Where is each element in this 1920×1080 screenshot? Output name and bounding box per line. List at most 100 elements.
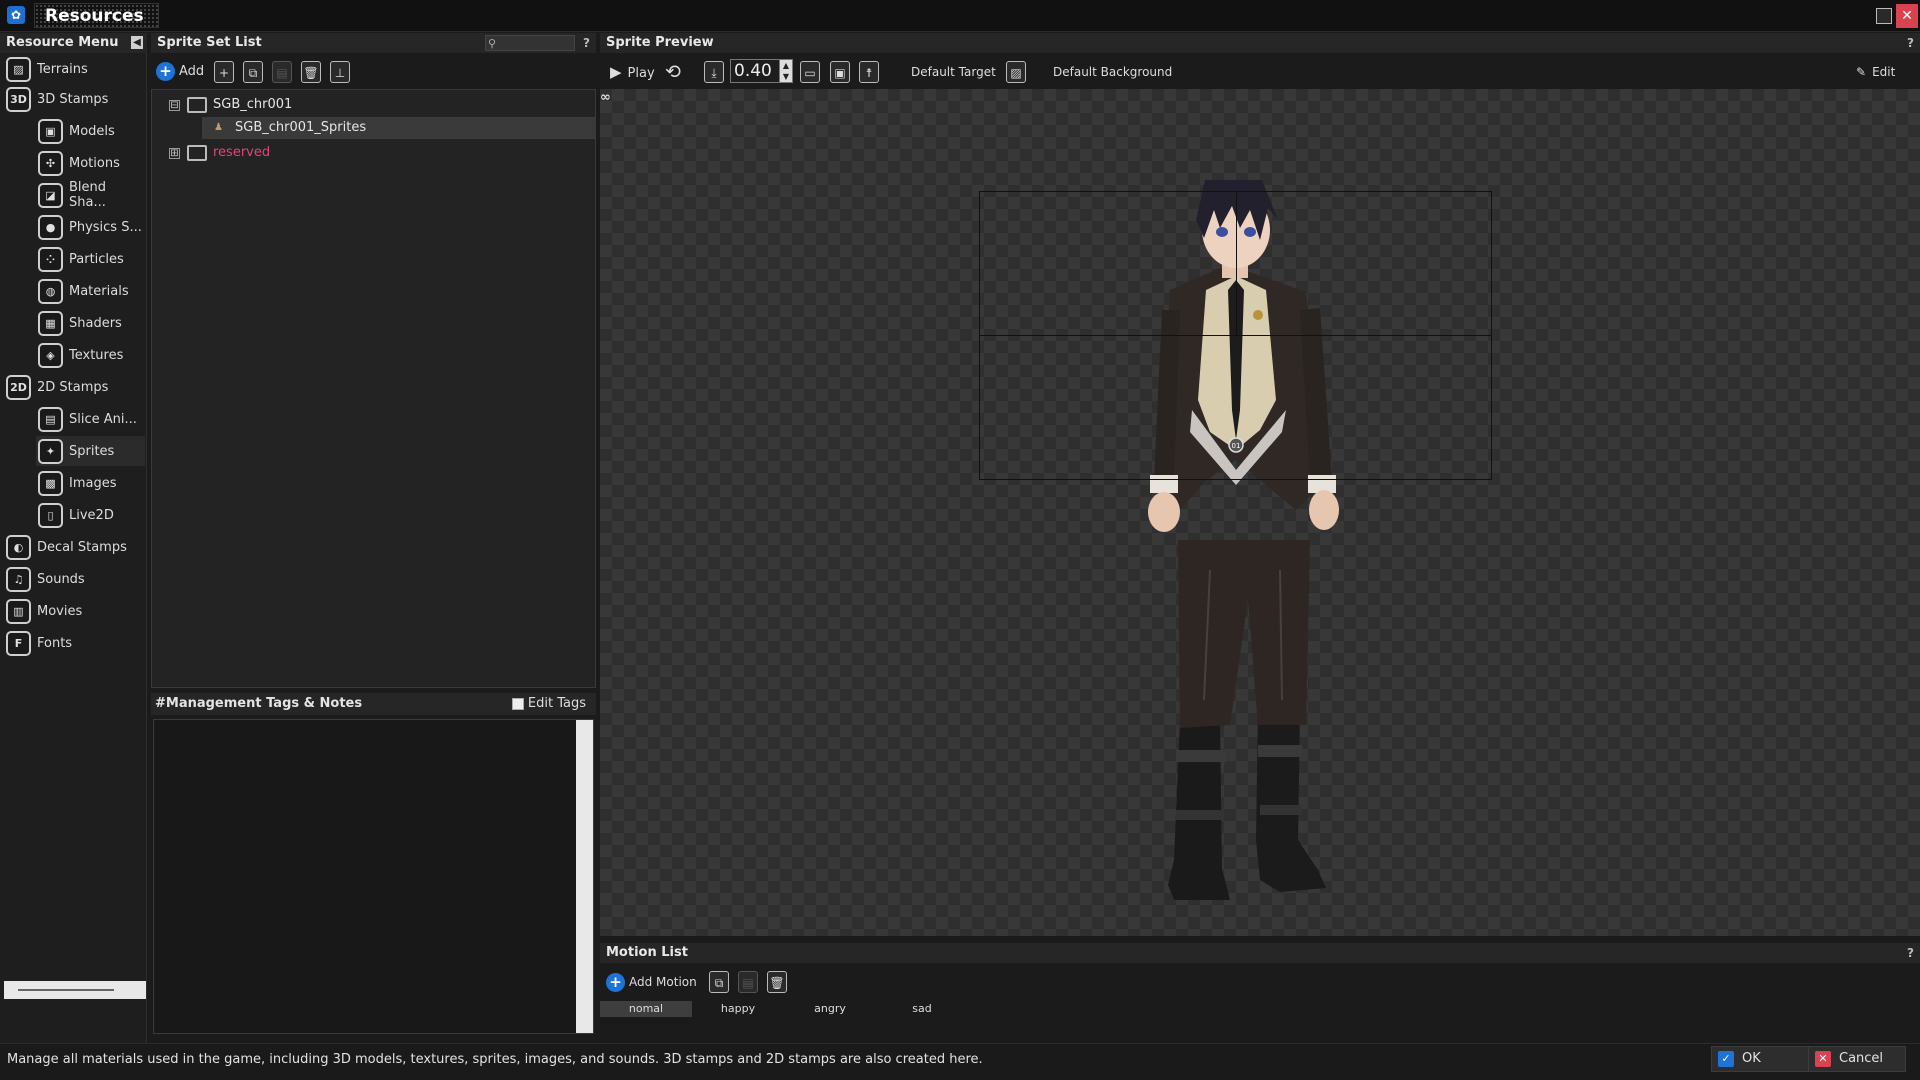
resource-menu-item[interactable]: ◈ Textures <box>36 340 145 370</box>
delete-icon[interactable]: 🗑 <box>767 971 787 993</box>
maximize-button[interactable] <box>1876 8 1892 24</box>
notes-scrollbar[interactable] <box>576 720 593 1033</box>
frame-icon[interactable]: ▭ <box>800 61 820 83</box>
resource-menu-panel: Resource Menu ◀ ▨ Terrains 3D 3D Stamps ▣ Mod… <box>0 33 147 1043</box>
live2d-icon: ▯ <box>38 502 63 528</box>
help-icon[interactable]: ? <box>583 33 590 53</box>
sprite-set-list-title: Sprite Set List <box>157 35 262 50</box>
add-motion-button[interactable]: + Add Motion <box>606 971 697 993</box>
resource-menu-item-label: Materials <box>69 283 129 299</box>
frame-fill-icon[interactable]: ▣ <box>830 61 850 83</box>
resource-menu-item-label: 3D Stamps <box>37 91 109 107</box>
resource-menu-item-label: Sprites <box>69 443 115 459</box>
particle-icon: ⁘ <box>38 246 63 272</box>
resource-menu-scroll-thumb[interactable] <box>18 989 114 991</box>
paste-icon[interactable]: ▤ <box>272 61 292 83</box>
play-button[interactable]: ▶ Play <box>610 61 655 83</box>
resource-menu-item[interactable]: ▦ Shaders <box>36 308 145 338</box>
resource-menu-item[interactable]: ▥ Movies <box>4 596 145 626</box>
zoom-input[interactable]: 0.40 <box>730 59 780 83</box>
resource-menu-item[interactable]: ✣ Motions <box>36 148 145 178</box>
resource-menu-item-label: Decal Stamps <box>37 539 127 555</box>
resource-menu-item-label: 2D Stamps <box>37 379 109 395</box>
close-button[interactable]: ✕ <box>1896 4 1918 28</box>
help-icon[interactable]: ? <box>1907 943 1914 963</box>
ok-button[interactable]: ✓ OK <box>1711 1046 1809 1072</box>
font-icon: F <box>6 630 31 656</box>
expand-icon[interactable]: ⊞ <box>169 148 180 159</box>
cancel-button[interactable]: ✕ Cancel <box>1808 1046 1906 1072</box>
resource-menu-item-label: Textures <box>69 347 124 363</box>
tree-folder-row[interactable]: ⊟ SGB_chr001 <box>152 94 595 116</box>
resource-menu-title: Resource Menu <box>6 35 119 50</box>
resource-menu-item-label: Fonts <box>37 635 73 651</box>
resource-menu-item[interactable]: ◐ Decal Stamps <box>4 532 145 562</box>
collapse-icon[interactable]: ⊟ <box>169 100 180 111</box>
blend-shape-icon: ◪ <box>38 182 63 208</box>
zoom-stepper[interactable]: ▲ ▼ <box>779 59 793 83</box>
resource-menu-item[interactable]: ▩ Images <box>36 468 145 498</box>
resource-menu-item-label: Models <box>69 123 115 139</box>
background-image-icon[interactable]: ▨ <box>1006 61 1026 83</box>
stamp-icon[interactable]: ⊥ <box>330 61 350 83</box>
resource-menu-item-label: Slice Ani... <box>69 411 137 427</box>
motion-tab[interactable]: angry <box>784 1001 876 1017</box>
resource-menu-item-label: Physics S... <box>69 219 142 235</box>
edit-tags-checkbox[interactable]: Edit Tags <box>511 693 586 715</box>
sprite-set-search-input[interactable] <box>485 35 575 51</box>
resource-menu-item[interactable]: ● Physics S... <box>36 212 145 242</box>
resource-menu-item[interactable]: ⁘ Particles <box>36 244 145 274</box>
help-icon[interactable]: ? <box>1907 33 1914 53</box>
edit-button[interactable]: ✎ Edit <box>1856 61 1895 83</box>
sprite-icon: ♟ <box>214 122 223 133</box>
motion-list-title: Motion List <box>606 945 688 960</box>
resource-menu-item-label: Images <box>69 475 117 491</box>
resource-menu-item[interactable]: 2D 2D Stamps <box>4 372 145 402</box>
resource-menu-item[interactable]: 3D 3D Stamps <box>4 84 145 114</box>
resource-menu-item[interactable]: ▯ Live2D <box>36 500 145 530</box>
tree-item-row[interactable]: ♟ SGB_chr001_Sprites <box>202 117 595 139</box>
model-icon: ▣ <box>38 118 63 144</box>
add-button[interactable]: + Add <box>156 61 204 83</box>
resource-menu-item-label: Live2D <box>69 507 114 523</box>
bounding-box-center-line <box>1236 191 1237 335</box>
motion-tab[interactable]: nomal <box>600 1001 692 1017</box>
3d-stamp-icon: 3D <box>6 86 31 112</box>
tree-folder-row[interactable]: ⊞ reserved <box>152 142 595 164</box>
default-background-button[interactable]: Default Background <box>1053 61 1172 83</box>
tree-folder-label: reserved <box>213 145 271 160</box>
resource-menu-item-label: Terrains <box>37 61 88 77</box>
resource-menu-item[interactable]: F Fonts <box>4 628 145 658</box>
figure-icon[interactable]: ☨ <box>859 61 879 83</box>
resource-menu-item[interactable]: ▣ Models <box>36 116 145 146</box>
paste-icon[interactable]: ▤ <box>738 971 758 993</box>
fit-icon[interactable]: ⤓ <box>704 61 724 83</box>
motion-tab[interactable]: sad <box>876 1001 968 1017</box>
resource-menu-item[interactable]: ♫ Sounds <box>4 564 145 594</box>
duplicate-icon[interactable]: ⧉ <box>243 61 263 83</box>
resource-menu-item[interactable]: ▤ Slice Ani... <box>36 404 145 434</box>
delete-icon[interactable]: 🗑 <box>301 61 321 83</box>
2d-stamp-icon: 2D <box>6 374 31 400</box>
folder-open-icon <box>187 97 207 113</box>
motion-tab[interactable]: happy <box>692 1001 784 1017</box>
app-icon: ✿ <box>7 6 25 24</box>
material-icon: ◍ <box>38 278 63 304</box>
add-icon: + <box>156 62 175 81</box>
resource-menu-item[interactable]: ✦ Sprites <box>36 436 145 466</box>
loop-icon[interactable]: ⟲ <box>665 61 681 83</box>
resource-menu-item[interactable]: ▨ Terrains <box>4 54 145 84</box>
notes-textarea[interactable] <box>153 719 594 1034</box>
default-target-button[interactable]: Default Target <box>911 61 996 83</box>
tree-item-label: SGB_chr001_Sprites <box>235 120 367 135</box>
duplicate-icon[interactable]: ⧉ <box>709 971 729 993</box>
decal-icon: ◐ <box>6 534 31 560</box>
close-icon: ✕ <box>1815 1050 1831 1067</box>
add-folder-icon[interactable]: + <box>214 61 234 83</box>
sprite-set-tree: ⊟ SGB_chr001 ♟ SGB_chr001_Sprites ⊞ rese… <box>151 89 596 688</box>
resource-menu-item[interactable]: ◍ Materials <box>36 276 145 306</box>
window-title: Resources <box>34 3 159 28</box>
resource-menu-item[interactable]: ◪ Blend Sha... <box>36 180 145 210</box>
collapse-panel-icon[interactable]: ◀ <box>131 36 143 49</box>
status-message: Manage all materials used in the game, i… <box>7 1052 983 1067</box>
